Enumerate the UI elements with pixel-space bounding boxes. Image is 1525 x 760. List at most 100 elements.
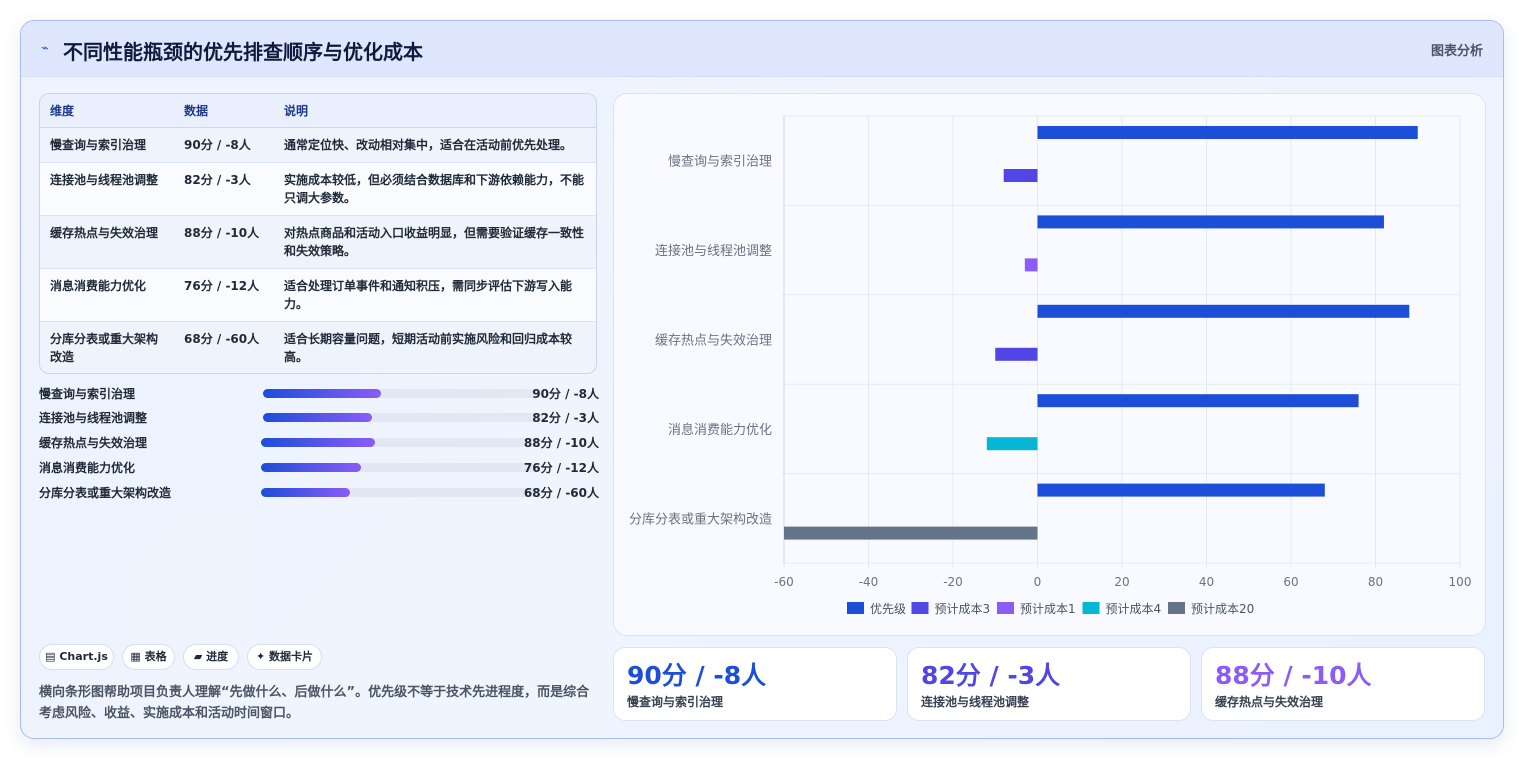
progress-label: 分库分表或重大架构改造 <box>39 486 172 500</box>
bar-cost <box>995 347 1038 361</box>
cell-data: 76分 / -12人 <box>174 268 274 322</box>
legend-swatch <box>1082 602 1100 614</box>
x-tick-label: 20 <box>1114 575 1129 589</box>
stat-value: 90分 / -8人 <box>627 661 767 690</box>
chip-progress[interactable]: ▰ 进度 <box>183 644 239 670</box>
y-tick-label: 慢查询与索引治理 <box>668 154 772 170</box>
legend-label: 预计成本20 <box>1191 602 1254 616</box>
bar-priority <box>1037 483 1325 497</box>
y-tick-label: 消息消费能力优化 <box>668 422 772 438</box>
progress-fill <box>261 463 362 472</box>
x-tick-label: -20 <box>943 575 963 589</box>
cell-dimension: 慢查询与索引治理 <box>40 127 174 163</box>
stat-label: 慢查询与索引治理 <box>627 695 724 709</box>
chip-label: 表格 <box>144 650 167 663</box>
x-tick-label: 100 <box>1449 575 1472 589</box>
chart-analysis-link[interactable]: 图表分析 <box>1431 40 1483 59</box>
chip-label: Chart.js <box>59 650 108 663</box>
progress-label: 连接池与线程池调整 <box>39 411 148 425</box>
legend-swatch <box>911 602 929 614</box>
legend-label: 预计成本1 <box>1020 602 1076 616</box>
column-header-dimension: 维度 <box>40 94 174 128</box>
bar-priority <box>1037 126 1418 139</box>
progress-value: 76分 / -12人 <box>523 461 599 475</box>
progress-fill <box>263 389 381 398</box>
dashboard-card: ⌁ 不同性能瓶颈的优先排查顺序与优化成本 图表分析 维度 数据 说明 慢查询与索… <box>20 20 1504 739</box>
column-header-description: 说明 <box>274 94 596 128</box>
chip-label: 数据卡片 <box>269 650 314 663</box>
progress-fill <box>261 438 375 447</box>
cell-description: 适合处理订单事件和通知积压，需同步评估下游写入能力。 <box>274 268 596 322</box>
y-tick-label: 连接池与线程池调整 <box>655 243 772 259</box>
bar-cost <box>986 437 1038 451</box>
chip-table[interactable]: ▦ 表格 <box>122 644 175 670</box>
cell-dimension: 消息消费能力优化 <box>40 268 174 322</box>
x-tick-label: -60 <box>774 575 794 589</box>
cell-description: 通常定位快、改动相对集中，适合在活动前优先处理。 <box>274 127 596 163</box>
progress-row: 分库分表或重大架构改造 68分 / -60人 <box>39 482 599 502</box>
progress-track <box>263 389 543 398</box>
data-table: 维度 数据 说明 慢查询与索引治理 90分 / -8人 通常定位快、改动相对集中… <box>39 93 597 374</box>
progress-track <box>263 413 543 422</box>
legend-swatch <box>1168 602 1185 614</box>
progress-label: 慢查询与索引治理 <box>39 387 136 401</box>
progress-track <box>261 463 539 472</box>
cell-data: 90分 / -8人 <box>174 127 274 163</box>
x-tick-label: 80 <box>1368 575 1383 589</box>
table-header-row: 维度 数据 说明 <box>40 94 596 128</box>
x-tick-label: 0 <box>1034 575 1042 589</box>
bar-chart: 慢查询与索引治理连接池与线程池调整缓存热点与失效治理消息消费能力优化分库分表或重… <box>629 115 1472 616</box>
cell-description: 对热点商品和活动入口收益明显，但需要验证缓存一致性和失效策略。 <box>274 215 596 269</box>
progress-value: 82分 / -3人 <box>532 411 599 425</box>
progress-row: 缓存热点与失效治理 88分 / -10人 <box>39 432 599 452</box>
cell-data: 68分 / -60人 <box>174 321 274 373</box>
stat-label: 连接池与线程池调整 <box>921 695 1030 709</box>
progress-fill <box>263 413 373 422</box>
progress-icon: ▰ <box>193 650 203 663</box>
progress-value: 68分 / -60人 <box>523 486 599 500</box>
cell-data: 82分 / -3人 <box>174 162 274 216</box>
progress-label: 缓存热点与失效治理 <box>39 436 148 450</box>
progress-label: 消息消费能力优化 <box>39 461 136 475</box>
stat-card: 90分 / -8人 慢查询与索引治理 <box>613 647 897 721</box>
x-tick-label: 60 <box>1283 575 1298 589</box>
table-icon: ▦ <box>130 650 141 663</box>
cell-data: 88分 / -10人 <box>174 215 274 269</box>
bar-cost <box>784 526 1038 540</box>
cell-dimension: 连接池与线程池调整 <box>40 162 174 216</box>
x-tick-label: -40 <box>859 575 879 589</box>
chip-data-card[interactable]: ✦ 数据卡片 <box>247 644 322 670</box>
table-row: 消息消费能力优化 76分 / -12人 适合处理订单事件和通知积压，需同步评估下… <box>40 268 596 322</box>
chip-chartjs[interactable]: ▤ Chart.js <box>39 644 114 670</box>
table-row: 慢查询与索引治理 90分 / -8人 通常定位快、改动相对集中，适合在活动前优先… <box>40 127 596 163</box>
legend-label: 优先级 <box>870 602 906 616</box>
stat-card: 82分 / -3人 连接池与线程池调整 <box>907 647 1191 721</box>
card-icon: ✦ <box>255 650 266 663</box>
chart-panel: 慢查询与索引治理 连接池与线程池调整 缓存热点与失效治理 消息消费能力优化 分库分表或重… <box>613 93 1486 636</box>
cell-description: 适合长期容量问题，短期活动前实施风险和回归成本较高。 <box>274 321 596 373</box>
y-tick-label: 分库分表或重大架构改造 <box>629 511 772 527</box>
progress-row: 消息消费能力优化 76分 / -12人 <box>39 457 599 477</box>
progress-track <box>261 488 539 497</box>
table-row: 缓存热点与失效治理 88分 / -10人 对热点商品和活动入口收益明显，但需要验… <box>40 215 596 269</box>
stat-value: 88分 / -10人 <box>1215 661 1372 690</box>
progress-value: 90分 / -8人 <box>532 387 599 401</box>
bar-cost <box>1003 169 1038 182</box>
table-row: 分库分表或重大架构改造 68分 / -60人 适合长期容量问题，短期活动前实施风… <box>40 321 596 373</box>
column-header-data: 数据 <box>174 94 274 128</box>
bar-cost <box>1024 258 1038 272</box>
card-header: ⌁ 不同性能瓶颈的优先排查顺序与优化成本 图表分析 <box>21 21 1503 77</box>
stat-card: 88分 / -10人 缓存热点与失效治理 <box>1201 647 1485 721</box>
cell-dimension: 缓存热点与失效治理 <box>40 215 174 269</box>
stat-label: 缓存热点与失效治理 <box>1215 695 1324 709</box>
bar-priority <box>1037 215 1384 229</box>
legend-label: 预计成本3 <box>935 602 991 616</box>
bar-priority <box>1037 394 1359 408</box>
cell-dimension: 分库分表或重大架构改造 <box>40 321 174 373</box>
description-note: 横向条形图帮助项目负责人理解“先做什么、后做什么”。优先级不等于技术先进程度，而… <box>39 685 590 721</box>
table-row: 连接池与线程池调整 82分 / -3人 实施成本较低，但必须结合数据库和下游依赖… <box>40 162 596 216</box>
x-tick-label: 40 <box>1199 575 1214 589</box>
page-title: 不同性能瓶颈的优先排查顺序与优化成本 <box>63 40 423 64</box>
legend-swatch <box>997 602 1014 614</box>
chip-label: 进度 <box>206 650 229 663</box>
